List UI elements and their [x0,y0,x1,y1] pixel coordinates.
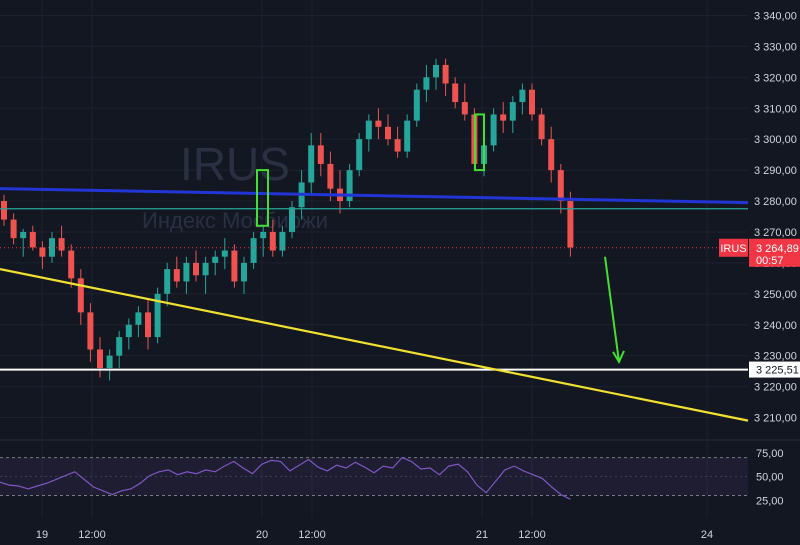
price-tick-label: 3 230,00 [754,351,797,363]
rsi-tick-label: 75,00 [756,448,784,460]
candle-body [193,262,199,276]
candle[interactable] [346,163,353,208]
candle-body [519,89,526,103]
candle-body [135,312,142,325]
candle-body [423,77,430,90]
time-tick-label: 24 [701,529,713,541]
time-tick-label: 12:00 [298,529,326,541]
candle-body [327,163,334,189]
candle-body [164,269,171,294]
candle-body [29,231,36,248]
time-tick-label: 19 [36,529,48,541]
candle-body [221,250,228,257]
candle-body [356,139,363,171]
candle-body [385,126,391,140]
candle-body [289,207,295,232]
price-tick-label: 3 340,00 [754,10,797,22]
price-tick-label: 3 210,00 [754,413,797,425]
candle-body [202,262,209,276]
candle-body [557,170,564,202]
price-chart[interactable]: IRUS Индекс Мосбиржи 3 340,00 3 330,00 3 3… [0,0,800,545]
candle-body [317,145,324,164]
countdown-label: 00:57 [756,255,784,267]
candle[interactable] [490,108,497,152]
time-tick-label: 12:00 [78,529,106,541]
price-tick-label: 3 250,00 [754,289,797,301]
candle-body [173,269,180,282]
rsi-axis[interactable]: 75,00 50,00 25,00 [756,448,784,507]
symbol-badge-label: IRUS [720,243,746,255]
price-tick-label: 3 330,00 [754,41,797,53]
rsi-tick-label: 50,00 [756,472,784,484]
candle-body [68,250,75,279]
candle-body [116,337,123,356]
price-tick-label: 3 300,00 [754,134,797,146]
price-tick-label: 3 280,00 [754,196,797,208]
current-price-label: 3 264,89 [756,243,799,255]
candle-body [97,349,103,369]
candle[interactable] [413,83,420,127]
candle[interactable] [404,114,411,158]
candle-body [509,102,516,121]
candle-body [433,64,439,78]
candle-body [500,114,507,121]
candle[interactable] [154,287,161,344]
candle-body [529,89,535,115]
candle-body [567,201,574,248]
price-tick-label: 3 220,00 [754,382,797,394]
candle-body [308,145,315,183]
candle-body [145,312,151,338]
candle-body [250,238,257,263]
price-tick-label: 3 320,00 [754,72,797,84]
candle-body [538,114,545,140]
candle-body [20,231,27,239]
candle[interactable] [567,191,574,257]
watermark-symbol: IRUS [180,138,290,190]
candle-body [404,120,411,152]
candle-body [39,247,46,257]
rsi-pane[interactable] [0,456,748,500]
candle-body [87,312,94,350]
candle-body [125,324,132,338]
candle-body [1,201,7,220]
watermark-subtitle: Индекс Мосбиржи [142,208,328,233]
price-tick-label: 3 290,00 [754,165,797,177]
time-tick-label: 12:00 [518,529,546,541]
candle-body [490,114,497,146]
candle-body [413,89,420,121]
candle-body [183,262,190,282]
time-tick-label: 21 [476,529,488,541]
candle-body [260,231,267,239]
candle-body [231,250,238,282]
candle-body [461,102,468,115]
candle[interactable] [356,132,363,177]
price-tick-label: 3 240,00 [754,320,797,332]
candle-body [375,120,382,127]
support-price-label: 3 225,51 [756,365,799,377]
candle-body [442,64,449,84]
candle-body [452,83,459,103]
candle-body [58,238,65,251]
price-tick-label: 3 270,00 [754,227,797,239]
candle[interactable] [231,244,238,288]
price-tick-label: 3 310,00 [754,103,797,115]
candle-body [10,219,17,239]
candle-body [394,139,401,152]
rsi-tick-label: 25,00 [756,495,784,507]
candle-body [212,256,219,263]
candle-body [106,355,113,369]
candle-body [77,278,84,313]
candle-body [548,139,555,171]
candle-body [241,262,247,282]
candle-body [365,120,372,140]
time-tick-label: 20 [256,529,268,541]
